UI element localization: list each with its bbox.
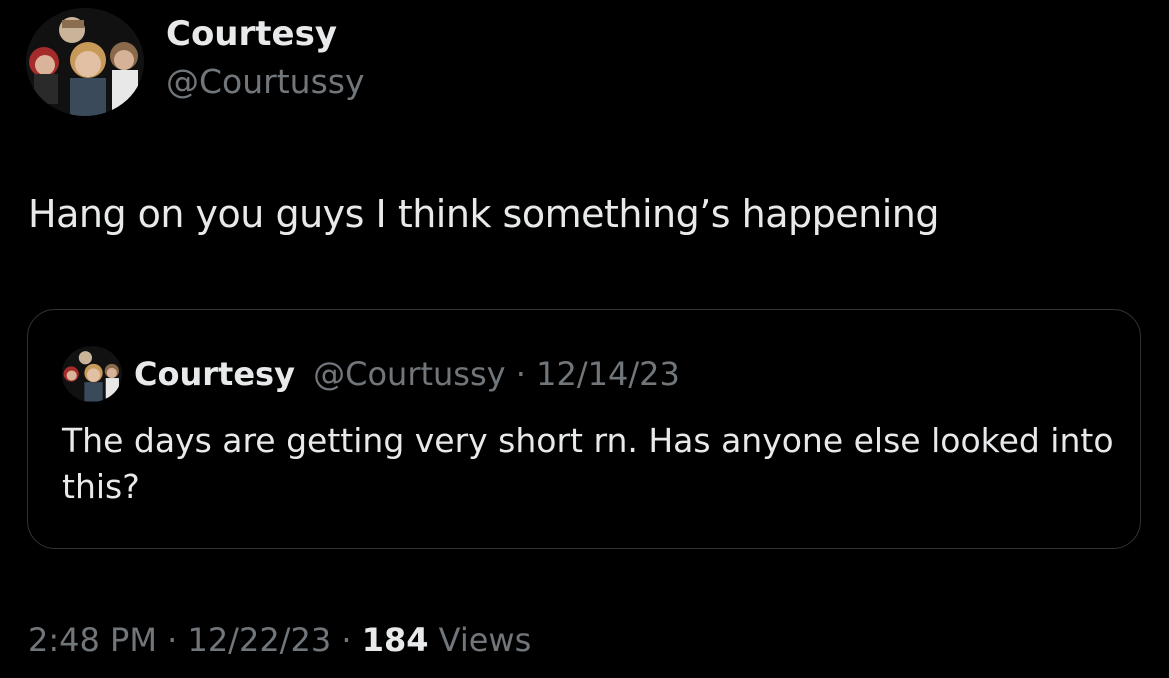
tweet-text: Hang on you guys I think something’s hap… [28,192,940,236]
quoted-tweet-card[interactable]: Courtesy @Courtussy · 12/14/23 The days … [27,309,1141,549]
quoted-author-name: Courtesy [134,355,295,393]
author-handle[interactable]: @Courtussy [166,60,364,104]
avatar-group-photo-icon [26,8,144,116]
tweet-time: 2:48 PM [28,621,157,659]
avatar-group-photo-icon [62,346,122,402]
tweet-date: 12/22/23 [187,621,332,659]
quoted-tweet-header: Courtesy @Courtussy · 12/14/23 [134,352,680,396]
quoted-tweet-text: The days are getting very short rn. Has … [62,421,1114,506]
tweet-meta: 2:48 PM · 12/22/23 · 184 Views [28,618,531,662]
author-name[interactable]: Courtesy [166,12,337,56]
views-label: Views [428,621,532,659]
quoted-separator: · [505,355,537,393]
quoted-date: 12/14/23 [536,355,680,393]
views-count[interactable]: 184 [362,621,429,659]
quoted-author-avatar [62,346,122,402]
quoted-author-handle: @Courtussy [313,355,506,393]
author-avatar[interactable] [26,8,144,116]
meta-separator: · [156,621,188,659]
meta-separator: · [331,621,362,659]
